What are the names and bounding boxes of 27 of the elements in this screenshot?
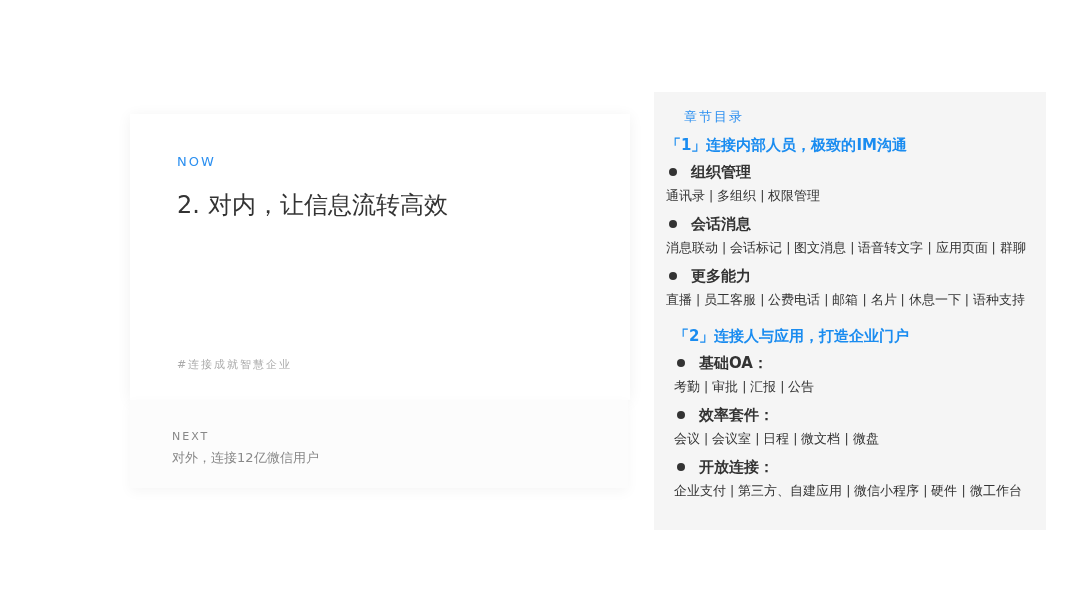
bullet-icon <box>677 463 685 471</box>
bullet-icon <box>677 411 685 419</box>
group-title: 基础OA： <box>699 353 768 373</box>
bullet-icon <box>677 359 685 367</box>
bullet-icon <box>669 220 677 228</box>
group-title: 开放连接： <box>699 457 774 477</box>
section-title: 「1」连接内部人员，极致的IM沟通 <box>666 136 908 155</box>
group-title: 会话消息 <box>691 214 751 234</box>
bullet-icon <box>669 272 677 280</box>
group-title: 效率套件： <box>699 405 774 425</box>
hashtag-text: #连接成就智慧企业 <box>177 357 294 372</box>
bullet-icon <box>669 168 677 176</box>
feature-list: 直播 | 员工客服 | 公费电话 | 邮箱 | 名片 | 休息一下 | 语种支持 <box>666 287 1038 313</box>
group-title: 组织管理 <box>691 162 751 182</box>
next-slide-card[interactable]: NEXT 对外，连接12亿微信用户 <box>130 400 628 488</box>
group-title: 更多能力 <box>691 266 751 286</box>
feature-list: 企业支付 | 第三方、自建应用 | 微信小程序 | 硬件 | 微工作台 <box>674 478 1038 504</box>
feature-list: 考勤 | 审批 | 汇报 | 公告 <box>674 374 1038 400</box>
feature-list: 会议 | 会议室 | 日程 | 微文档 | 微盘 <box>674 426 1038 452</box>
section-title: 「2」连接人与应用，打造企业门户 <box>674 327 911 346</box>
feature-list: 通讯录 | 多组织 | 权限管理 <box>666 183 1038 209</box>
toc-heading: 章节目录 <box>683 108 745 126</box>
slide-title: 2. 对内，让信息流转高效 <box>177 190 449 221</box>
next-slide-title: 对外，连接12亿微信用户 <box>172 449 320 467</box>
next-label: NEXT <box>172 430 211 443</box>
feature-list: 消息联动 | 会话标记 | 图文消息 | 语音转文字 | 应用页面 | 群聊 <box>666 235 1038 261</box>
now-label: NOW <box>177 154 217 169</box>
